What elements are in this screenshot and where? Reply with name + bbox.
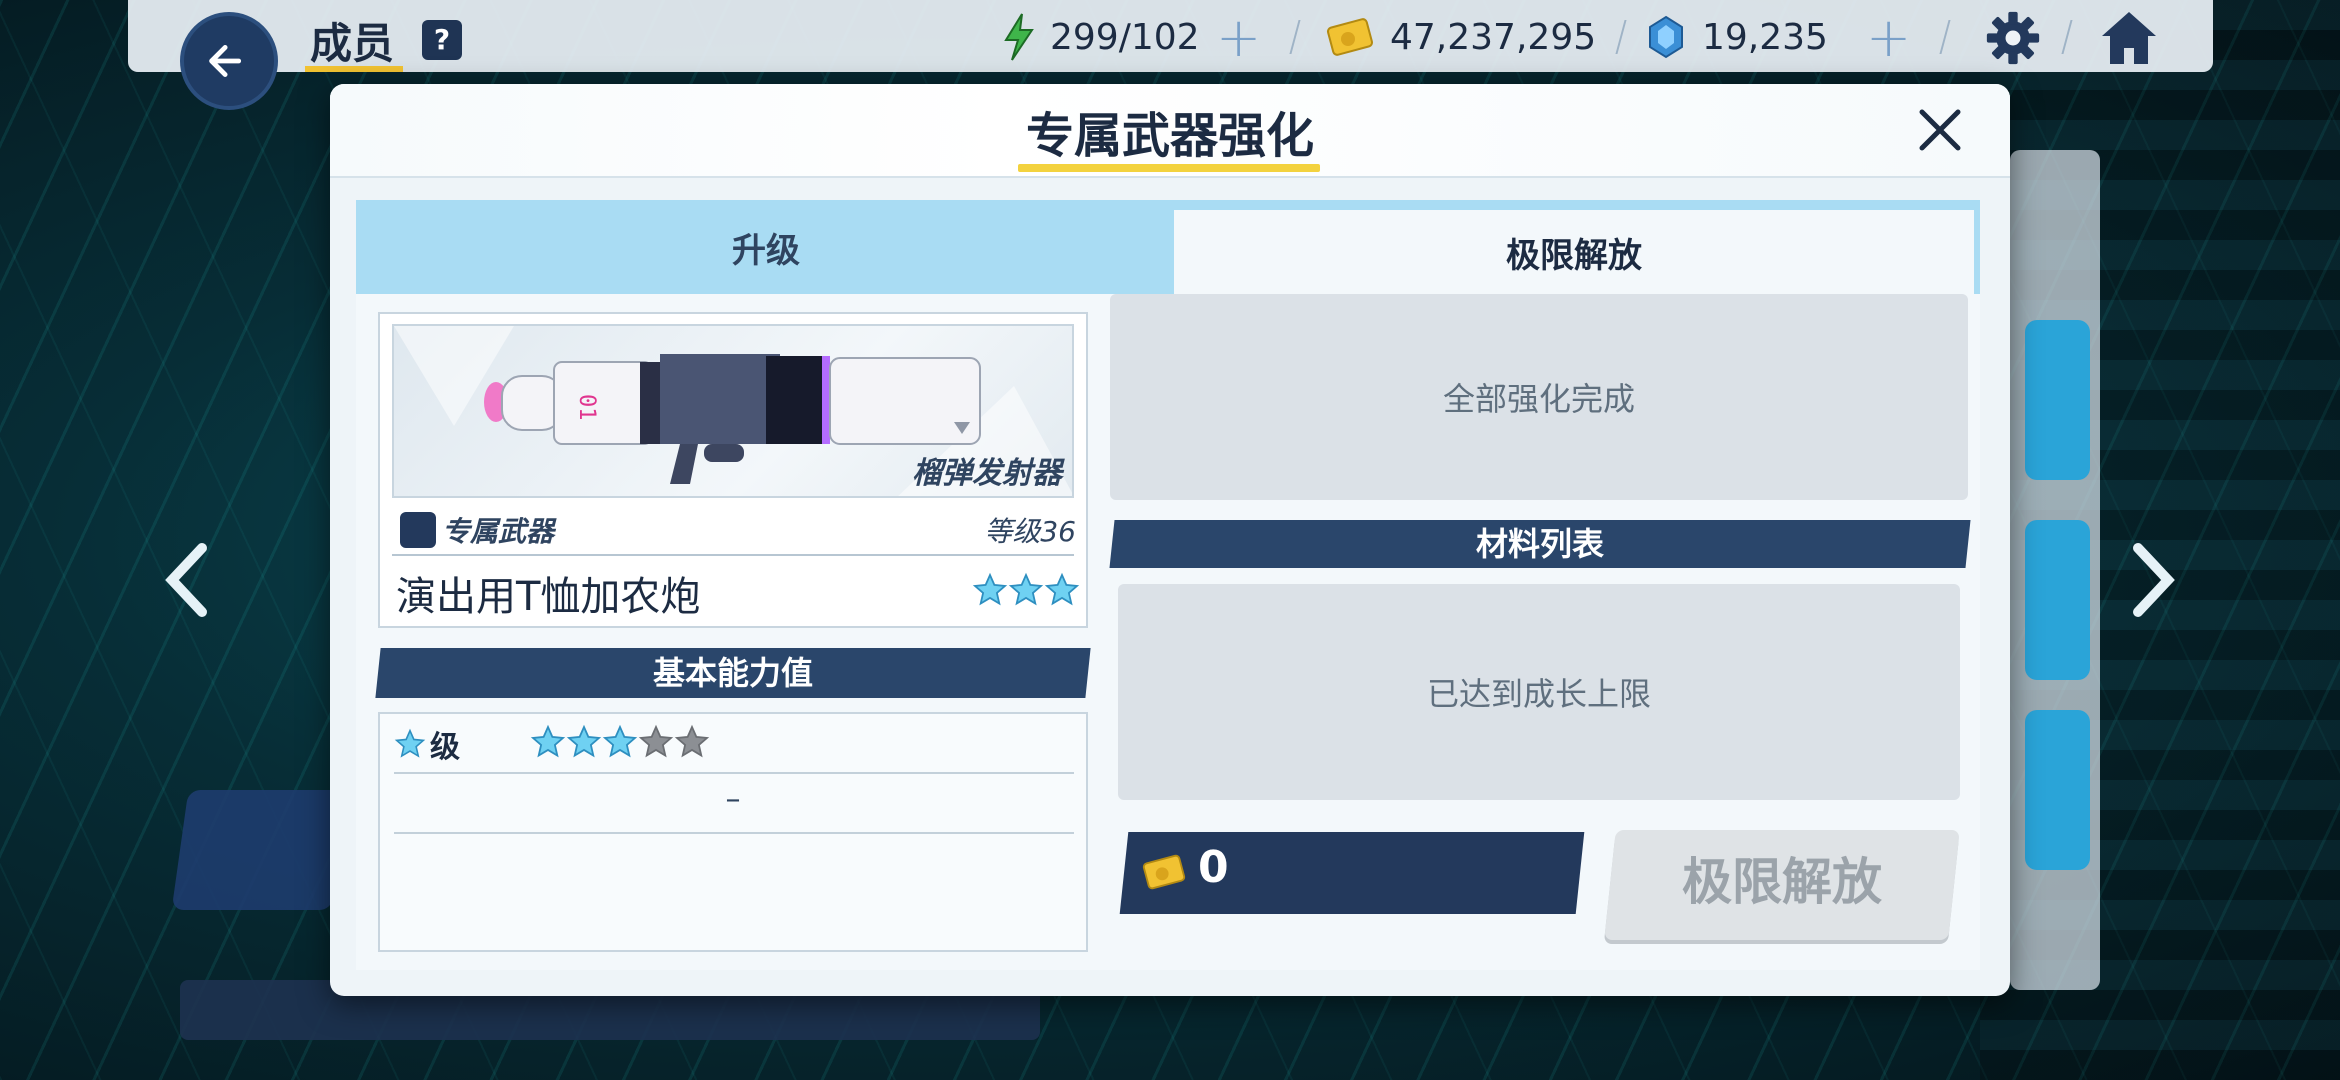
screen-title: 成员	[310, 19, 395, 68]
divider	[394, 832, 1074, 834]
lightning-icon	[1004, 13, 1034, 61]
side-tab	[2025, 710, 2090, 870]
divider	[394, 772, 1074, 774]
star-empty-icon	[674, 724, 710, 758]
all-enhanced-panel: 全部强化完成	[1110, 294, 1968, 500]
plus-icon: +	[1216, 5, 1262, 69]
coin-value: 47,237,295	[1390, 16, 1597, 58]
gem-icon	[1649, 15, 1683, 59]
arrow-left-icon	[209, 45, 242, 77]
weapon-card: 01 榴弹发射器 专属武器 等级36 演出用T恤加农炮	[378, 312, 1088, 628]
side-tab	[2025, 520, 2090, 680]
title-underline	[305, 66, 403, 72]
weapon-rarity-stars	[972, 572, 1080, 608]
star-icon	[394, 728, 426, 758]
cost-value: 0	[1198, 842, 1229, 893]
star-filled-icon	[972, 572, 1008, 606]
cost-bar	[1119, 832, 1585, 914]
exclusive-weapon-text: 专属武器	[442, 515, 555, 548]
star-filled-icon	[602, 724, 638, 758]
previous-member-arrow-icon[interactable]	[158, 540, 218, 620]
basic-stats-title: 基本能力值	[652, 654, 813, 692]
tab-limit-break[interactable]: 极限解放	[1174, 210, 1974, 294]
coin-counter: 47,237,295	[1326, 12, 1596, 62]
add-gem-button[interactable]: +	[1866, 6, 1911, 69]
exclusive-weapon-modal: 专属武器强化 升级 极限解放 01 榴弹发射器 专属武器 等级36 演出用T恤加…	[330, 84, 2010, 996]
weapon-category-icon	[400, 512, 436, 548]
back-button[interactable]	[180, 12, 278, 110]
modal-header: 专属武器强化	[330, 84, 2010, 178]
growth-limit-panel: 已达到成长上限	[1118, 584, 1960, 800]
side-menu-background	[2010, 150, 2100, 990]
star-filled-icon	[566, 724, 602, 758]
member-card-background	[171, 790, 349, 910]
side-tab	[2025, 320, 2090, 480]
star-level-row: 级	[394, 722, 460, 766]
star-empty-icon	[638, 724, 674, 758]
coin-ticket-icon	[1142, 854, 1186, 890]
stamina-value: 299/102	[1050, 16, 1200, 58]
next-member-arrow-icon[interactable]	[2122, 540, 2182, 620]
coin-ticket-icon	[1326, 18, 1374, 56]
basic-stats-box: 级 –	[378, 712, 1088, 952]
weapon-type-label: 榴弹发射器	[912, 456, 1062, 491]
modal-title-underline	[1018, 164, 1320, 172]
materials-title: 材料列表	[1475, 525, 1604, 563]
stamina-counter: 299/102	[1000, 12, 1200, 62]
star-filled-icon	[530, 724, 566, 758]
modal-tabs: 升级 极限解放	[356, 200, 1980, 294]
modal-title: 专属武器强化	[1025, 108, 1314, 164]
weapon-level: 等级36	[984, 515, 1076, 548]
tab-upgrade[interactable]: 升级	[356, 200, 1176, 294]
close-icon[interactable]	[1912, 102, 1968, 158]
gem-value: 19,235	[1702, 16, 1828, 58]
weapon-image: 01 榴弹发射器	[392, 324, 1074, 498]
star-level-label: 级	[430, 730, 460, 765]
star-filled-icon	[1044, 572, 1080, 606]
help-icon[interactable]: ?	[422, 20, 462, 60]
plus-icon: +	[1866, 5, 1912, 69]
gear-icon[interactable]	[1985, 10, 2041, 66]
exclusive-weapon-label: 专属武器	[400, 510, 554, 550]
star-filled-icon	[1008, 572, 1044, 606]
weapon-name: 演出用T恤加农炮	[396, 574, 701, 620]
stat-value: –	[725, 782, 741, 817]
limit-break-button-label[interactable]: 极限解放	[1610, 830, 1954, 940]
modal-content: 01 榴弹发射器 专属武器 等级36 演出用T恤加农炮 基本能力值 级 – 全部…	[356, 294, 1980, 970]
svg-text:01: 01	[574, 394, 599, 421]
add-stamina-button[interactable]: +	[1216, 6, 1261, 69]
star-level-stars	[530, 724, 710, 760]
home-icon[interactable]	[2098, 8, 2160, 68]
divider	[392, 554, 1074, 556]
gem-counter: 19,235	[1648, 12, 1828, 62]
